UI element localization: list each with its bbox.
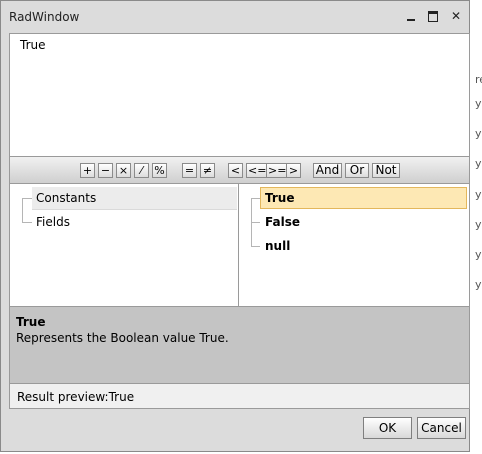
rad-window: RadWindow ✕ True + − × ⁄ % = ≠ < <= >= >… xyxy=(0,0,470,452)
result-preview-text: Result preview:True xyxy=(17,390,134,404)
close-icon[interactable]: ✕ xyxy=(448,8,464,24)
equals-button[interactable]: = xyxy=(182,163,197,178)
value-label: null xyxy=(265,239,291,253)
tree-connector xyxy=(22,198,32,199)
value-item-true[interactable]: True xyxy=(260,187,467,209)
tree-connector xyxy=(22,222,32,223)
multiply-button[interactable]: × xyxy=(116,163,131,178)
description-title: True xyxy=(16,315,46,329)
cancel-button[interactable]: Cancel xyxy=(417,417,466,439)
value-list: True False null xyxy=(240,184,469,306)
maximize-icon[interactable] xyxy=(425,8,441,24)
expression-editor-panel: True + − × ⁄ % = ≠ < <= >= > And Or Not … xyxy=(9,33,470,409)
tree-connector xyxy=(251,198,260,199)
minimize-icon[interactable] xyxy=(403,8,419,24)
background-text: y xyxy=(475,248,482,261)
divide-button[interactable]: ⁄ xyxy=(134,163,149,178)
operator-toolbar: + − × ⁄ % = ≠ < <= >= > And Or Not xyxy=(10,156,469,184)
tree-connector xyxy=(251,222,260,223)
category-label: Fields xyxy=(36,215,70,229)
window-title: RadWindow xyxy=(9,10,80,24)
category-item-fields[interactable]: Fields xyxy=(36,215,70,229)
expression-lists: Constants Fields True False null xyxy=(10,184,469,306)
greater-than-button[interactable]: > xyxy=(286,163,301,178)
tree-connector xyxy=(251,246,260,247)
ok-button[interactable]: OK xyxy=(363,417,412,439)
value-label: True xyxy=(265,191,295,205)
result-preview: Result preview:True xyxy=(10,384,469,408)
background-app-strip: re y y y y y y y xyxy=(469,0,482,454)
expression-text: True xyxy=(20,38,46,52)
background-text: re xyxy=(475,73,482,86)
result-preview-value: True xyxy=(108,390,135,404)
category-label: Constants xyxy=(36,191,97,205)
or-button[interactable]: Or xyxy=(345,163,369,178)
background-text: y xyxy=(475,127,482,140)
expression-input[interactable]: True xyxy=(10,34,469,156)
background-text: y xyxy=(475,157,482,170)
and-button[interactable]: And xyxy=(313,163,342,178)
description-text: Represents the Boolean value True. xyxy=(16,331,229,345)
background-text: y xyxy=(475,278,482,291)
modulo-button[interactable]: % xyxy=(152,163,167,178)
not-equals-button[interactable]: ≠ xyxy=(200,163,215,178)
value-item-false[interactable]: False xyxy=(265,215,300,229)
not-button[interactable]: Not xyxy=(372,163,400,178)
background-text: y xyxy=(475,97,482,110)
background-text: y xyxy=(475,188,482,201)
plus-button[interactable]: + xyxy=(80,163,95,178)
category-item-constants[interactable]: Constants xyxy=(32,187,237,210)
description-panel: True Represents the Boolean value True. xyxy=(10,306,469,384)
background-text: y xyxy=(475,218,482,231)
value-item-null[interactable]: null xyxy=(265,239,290,253)
category-tree: Constants Fields xyxy=(10,184,239,306)
value-label: False xyxy=(265,215,300,229)
title-bar[interactable]: RadWindow ✕ xyxy=(1,1,469,31)
tree-connector xyxy=(22,198,23,222)
minus-button[interactable]: − xyxy=(98,163,113,178)
less-than-button[interactable]: < xyxy=(228,163,243,178)
result-preview-label: Result preview: xyxy=(17,390,109,404)
